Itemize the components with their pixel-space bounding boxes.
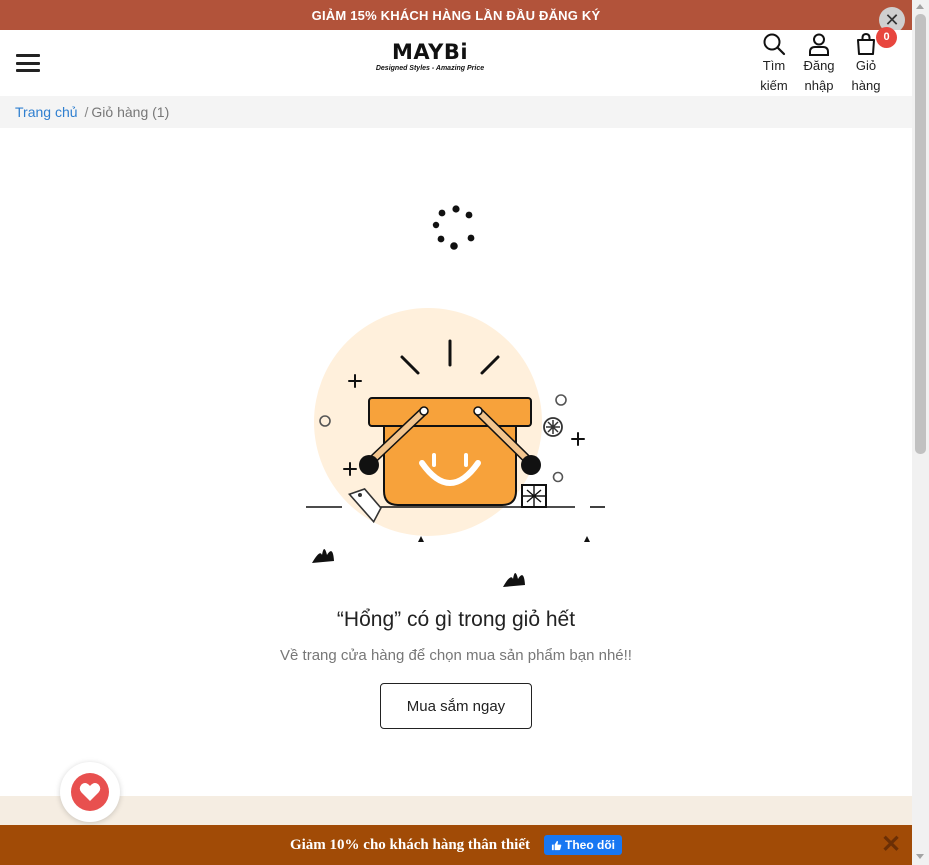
follow-label: Theo dõi <box>565 838 616 852</box>
promo-bar: GIẢM 15% KHÁCH HÀNG LẦN ĐẦU ĐĂNG KÝ <box>0 0 912 30</box>
empty-cart-title: “Hổng” có gì trong giỏ hết <box>336 608 576 631</box>
shop-now-button[interactable]: Mua sắm ngay <box>380 683 532 729</box>
promo-text: GIẢM 15% KHÁCH HÀNG LẦN ĐẦU ĐĂNG KÝ <box>311 7 601 23</box>
breadcrumb: Trang chủ / Giỏ hàng (1) <box>0 96 912 128</box>
loyalty-close-button[interactable]: ✕ <box>881 833 901 857</box>
search-label-2: kiếm <box>760 78 788 93</box>
search-icon <box>763 33 786 56</box>
breadcrumb-separator: / <box>84 104 89 120</box>
site-header: MAYBi Designed Styles - Amazing Price Tì… <box>0 30 912 96</box>
cart-label-1: Giỏ <box>855 58 877 73</box>
login-label-2: nhập <box>804 78 834 93</box>
user-icon <box>809 33 829 56</box>
scroll-up-icon[interactable] <box>916 4 924 9</box>
search-label-1: Tìm <box>762 58 786 73</box>
loyalty-text: Giảm 10% cho khách hàng thân thiết <box>289 836 531 853</box>
loyalty-bar: Giảm 10% cho khách hàng thân thiết Theo … <box>0 825 912 865</box>
empty-cart-illustration <box>306 308 605 587</box>
thumbs-up-icon <box>551 840 562 850</box>
search-button[interactable]: Tìm kiếm <box>752 32 796 96</box>
loading-spinner-icon <box>432 205 475 250</box>
cart-label-2: hàng <box>851 78 881 93</box>
menu-icon[interactable] <box>16 54 40 72</box>
breadcrumb-current: Giỏ hàng (1) <box>91 104 170 120</box>
brand-tagline: Designed Styles - Amazing Price <box>375 65 485 72</box>
cart-count-badge: 0 <box>876 27 897 48</box>
login-button[interactable]: Đăng nhập <box>797 32 841 96</box>
scroll-down-icon[interactable] <box>916 854 924 859</box>
footer-strip <box>0 796 912 826</box>
scroll-thumb[interactable] <box>915 14 926 454</box>
brand-name: MAYBi <box>391 40 469 64</box>
empty-cart-subtitle: Về trang cửa hàng để chọn mua sản phẩm b… <box>280 647 632 664</box>
brand-logo[interactable]: MAYBi Designed Styles - Amazing Price <box>360 40 500 72</box>
breadcrumb-home-link[interactable]: Trang chủ <box>15 104 78 120</box>
follow-button[interactable]: Theo dõi <box>544 835 623 855</box>
page-scrollbar[interactable] <box>912 0 929 865</box>
wishlist-button[interactable] <box>60 762 120 822</box>
shopping-bag-icon <box>857 32 875 55</box>
login-label-1: Đăng <box>803 58 835 73</box>
heart-icon <box>79 783 101 801</box>
